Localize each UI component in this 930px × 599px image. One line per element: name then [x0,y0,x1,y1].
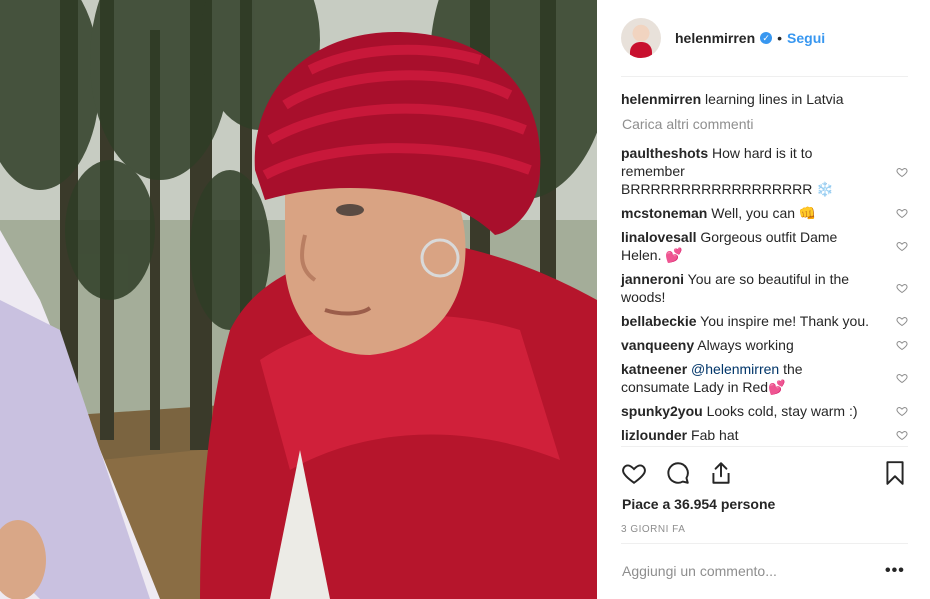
comment-mention[interactable]: @helenmirren [691,361,779,377]
comment-username[interactable]: spunky2you [621,403,703,419]
comment-text: Looks cold, stay warm :) [706,403,858,419]
comment-bubble-icon[interactable] [665,460,691,486]
heart-icon[interactable] [621,460,647,486]
follow-button[interactable]: Segui [787,30,825,46]
comment-like-heart-icon[interactable] [896,240,908,252]
comment-like-heart-icon[interactable] [896,282,908,294]
comment-item: lizlounder Fab hat [621,426,908,444]
separator-dot: • [777,30,783,46]
actions-divider [621,446,908,447]
share-icon[interactable] [708,460,734,486]
comment-like-heart-icon[interactable] [896,166,908,178]
comment-input-divider [621,543,908,544]
post-date: 3 GIORNI FA [621,524,686,535]
bookmark-icon[interactable] [882,460,908,486]
comment-item: mcstoneman Well, you can 👊 [621,204,908,222]
comment-username[interactable]: katneener [621,361,687,377]
comment-like-heart-icon[interactable] [896,207,908,219]
comment-item: paultheshots How hard is it to remember … [621,144,908,198]
comment-text: Well, you can 👊 [711,205,817,221]
comment-username[interactable]: paultheshots [621,145,708,161]
comment-username[interactable]: lizlounder [621,427,687,443]
post-author-username[interactable]: helenmirren [675,30,755,46]
comment-like-heart-icon[interactable] [896,339,908,351]
post-actions-bar [621,456,911,488]
comment-text: You inspire me! Thank you. [700,313,870,329]
verified-badge-icon: ✓ [760,32,773,44]
add-comment-input[interactable]: Aggiungi un commento... [622,563,777,579]
post-header: helenmirren ✓ • Segui [621,16,908,60]
comment-username[interactable]: bellabeckie [621,313,697,329]
avatar[interactable] [621,18,661,58]
comment-item: janneroni You are so beautiful in the wo… [621,270,908,306]
comment-item: spunky2you Looks cold, stay warm :) [621,402,908,420]
comment-like-heart-icon[interactable] [896,405,908,417]
header-divider [621,76,908,77]
post-caption: helenmirren learning lines in Latvia [621,90,908,108]
comment-like-heart-icon[interactable] [896,429,908,441]
comment-like-heart-icon[interactable] [896,372,908,384]
comments-list: paultheshots How hard is it to remember … [621,144,908,450]
comment-item: vanqueeny Always working [621,336,908,354]
post-details-panel: helenmirren ✓ • Segui helenmirren learni… [597,0,930,599]
comment-text: Always working [697,337,794,353]
load-more-comments-button[interactable]: Carica altri commenti [622,116,753,132]
likes-count[interactable]: Piace a 36.954 persone [622,496,775,512]
more-options-button[interactable]: ••• [885,562,905,580]
comment-text: Fab hat [691,427,739,443]
forest-portrait-image [0,0,597,599]
caption-text: learning lines in Latvia [705,91,844,107]
comment-username[interactable]: vanqueeny [621,337,694,353]
post-photo[interactable] [0,0,597,599]
comment-username[interactable]: linalovesall [621,229,696,245]
comment-item: katneener @helenmirren the consumate Lad… [621,360,908,396]
comment-username[interactable]: janneroni [621,271,684,287]
comment-item: bellabeckie You inspire me! Thank you. [621,312,908,330]
comment-username[interactable]: mcstoneman [621,205,707,221]
comment-item: linalovesall Gorgeous outfit Dame Helen.… [621,228,908,264]
caption-username[interactable]: helenmirren [621,91,701,107]
comment-like-heart-icon[interactable] [896,315,908,327]
